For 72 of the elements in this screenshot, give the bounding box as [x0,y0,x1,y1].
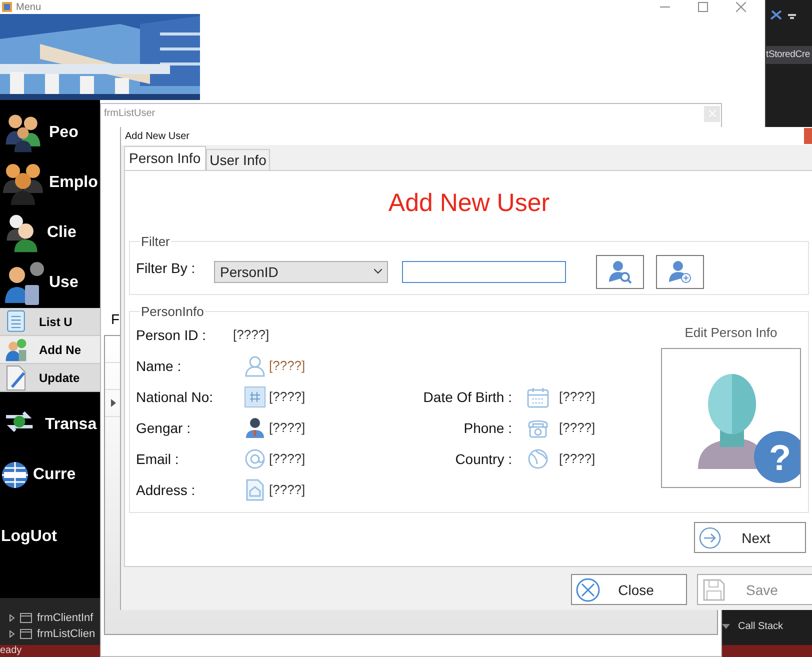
person-icon [244,416,266,438]
group-title: PersonInfo [140,304,205,319]
add-person-button[interactable] [656,254,704,288]
edit-person-link[interactable]: Edit Person Info [684,325,778,340]
row-pointer-icon [110,399,116,407]
sidebar-item[interactable]: LogUot [0,512,100,562]
field-value: [????] [269,358,306,373]
add-person-icon [668,260,692,284]
tab[interactable]: Person Info [124,146,206,170]
form-icon [20,628,32,638]
field-value: [????] [559,389,596,404]
save-icon [702,578,726,602]
form-heading: Add New User [388,189,550,218]
sidebar-item[interactable]: List U [0,308,100,336]
globe-icon [1,461,29,489]
panel-tab[interactable]: Call Stack [738,621,784,632]
next-icon [699,526,721,548]
solution-item[interactable]: frmClientInf [37,612,94,624]
form-icon [20,612,32,622]
field-label: Country : [454,450,513,466]
sidebar-item[interactable]: Clie [0,208,100,258]
field-value: [????] [559,420,596,435]
field-value: [????] [559,451,596,466]
close-icon [576,578,600,602]
field-value: [????] [269,420,306,435]
sidebar-item[interactable]: Peo [0,108,100,158]
field-label: F [111,311,120,327]
field-label: Phone : [462,420,513,436]
solution-item[interactable]: frmListClien [37,628,96,640]
field-label: Address : [136,482,196,498]
sidebar-item[interactable]: Emplo [0,158,100,208]
field-value: [????] [269,389,306,404]
next-button[interactable]: Next [694,522,806,553]
field-value: [????] [269,482,306,497]
add-user-icon [3,336,29,362]
dropdown-icon[interactable] [722,624,730,629]
caret-icon [374,269,382,274]
globe-icon [526,448,548,470]
sidebar-item[interactable]: Use [0,258,100,308]
group-title: Filter [140,234,171,249]
sidebar-item[interactable]: Transa [0,400,100,450]
field-label: Email : [136,450,180,466]
person-icon [244,354,266,376]
at-icon [244,448,266,470]
window-title: Add New User [125,130,190,142]
filter-dropdown[interactable]: PersonID [214,260,388,282]
close-icon[interactable] [736,2,746,12]
calendar-icon [526,386,548,408]
sidebar-item[interactable]: Update [0,364,100,392]
window-title: Menu [16,2,42,12]
tab[interactable]: User Info [206,149,270,170]
field-label: Name : [136,358,182,374]
maximize-icon[interactable] [698,2,708,12]
editor-tab[interactable]: tStoredCre [766,46,812,64]
field-label: Date Of Birth : [422,388,513,404]
field-label: Filter By : [136,260,196,276]
filter-input[interactable] [402,260,566,282]
app-icon [2,2,12,12]
find-person-button[interactable] [596,254,644,288]
field-value: [????] [269,451,306,466]
field-label: National No: [136,388,214,404]
sidebar-item[interactable]: Add Ne [0,336,100,364]
hash-icon [244,386,266,408]
field-value: [????] [233,327,270,342]
sidebar-item[interactable]: Curre [0,450,100,500]
person-search-icon [608,260,632,284]
field-label: Gengar : [136,420,192,436]
avatar-placeholder-drawing: ? [662,349,800,487]
close-button[interactable]: Close [571,574,687,605]
close-icon [708,110,716,117]
home-document-icon [244,478,266,500]
window-title: frmListUser [104,108,156,119]
